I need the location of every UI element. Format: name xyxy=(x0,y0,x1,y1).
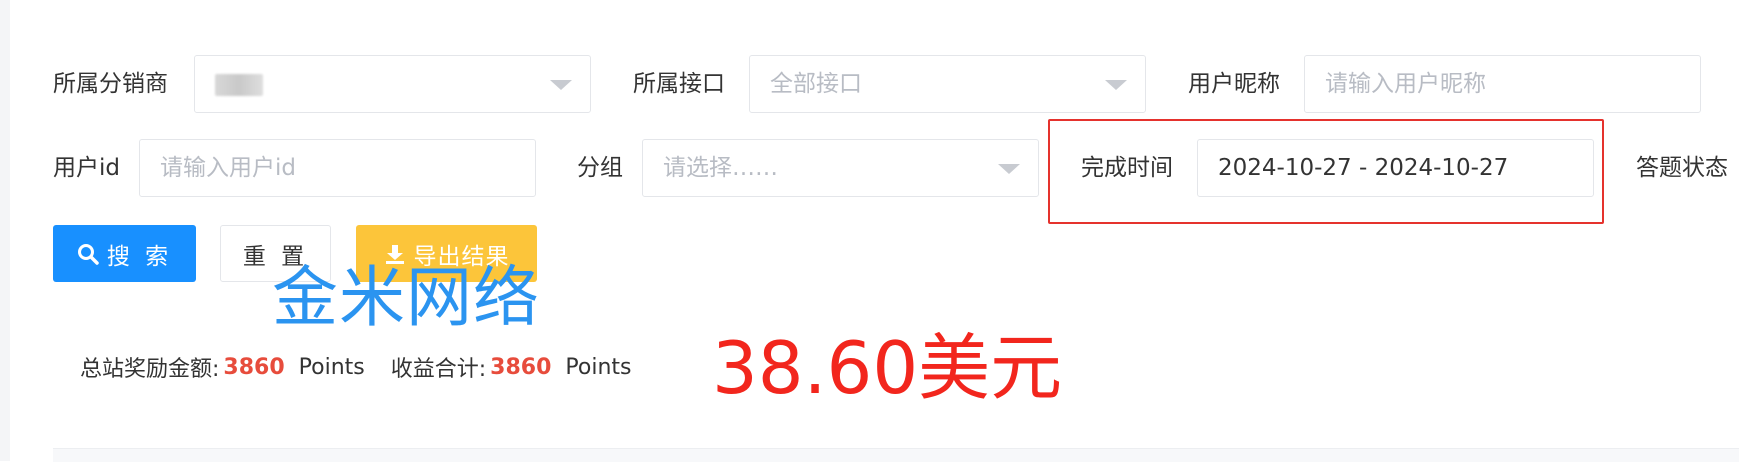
user-id-placeholder: 请输入用户id xyxy=(160,155,296,181)
chevron-down-icon xyxy=(1105,80,1127,90)
user-id-input[interactable]: 请输入用户id xyxy=(139,139,536,197)
reward-unit: Points xyxy=(298,354,365,380)
stats-summary: 总站奖励金额: 3860 Points 收益合计: 3860 Points xyxy=(80,350,658,384)
search-button-label: 搜 索 xyxy=(106,243,173,270)
finish-time-label: 完成时间 xyxy=(1081,155,1173,181)
answer-status-label: 答题状态 xyxy=(1636,155,1728,181)
nickname-placeholder: 请输入用户昵称 xyxy=(1325,71,1486,97)
redacted-value xyxy=(215,74,263,96)
group-placeholder: 请选择…… xyxy=(663,155,778,181)
reward-label: 总站奖励金额: xyxy=(80,357,220,382)
watermark-text: 金米网络 xyxy=(272,259,540,336)
left-edge xyxy=(0,0,10,461)
chevron-down-icon xyxy=(550,80,572,90)
nickname-input[interactable]: 请输入用户昵称 xyxy=(1304,55,1701,113)
user-id-label: 用户id xyxy=(53,155,120,181)
money-annotation: 38.60美元 xyxy=(712,326,1063,410)
table-header-bar xyxy=(53,448,1739,462)
group-select[interactable]: 请选择…… xyxy=(642,139,1039,197)
income-unit: Points xyxy=(565,354,632,380)
search-icon xyxy=(77,243,99,265)
reward-value: 3860 xyxy=(223,354,285,380)
filter-page: 所属分销商 所属接口 全部接口 用户昵称 请输入用户昵称 用户id 请输入用户i… xyxy=(0,0,1739,462)
income-value: 3860 xyxy=(490,354,552,380)
income-label: 收益合计: xyxy=(390,357,487,382)
group-label: 分组 xyxy=(577,155,623,181)
interface-select[interactable]: 全部接口 xyxy=(749,55,1146,113)
distributor-select[interactable] xyxy=(194,55,591,113)
chevron-down-icon xyxy=(998,164,1020,174)
interface-label: 所属接口 xyxy=(633,71,725,97)
finish-time-value: 2024-10-27 - 2024-10-27 xyxy=(1218,155,1509,181)
distributor-label: 所属分销商 xyxy=(53,71,168,97)
finish-time-range-input[interactable]: 2024-10-27 - 2024-10-27 xyxy=(1197,139,1594,197)
search-button[interactable]: 搜 索 xyxy=(53,225,196,282)
interface-placeholder: 全部接口 xyxy=(770,71,862,97)
nickname-label: 用户昵称 xyxy=(1188,71,1280,97)
